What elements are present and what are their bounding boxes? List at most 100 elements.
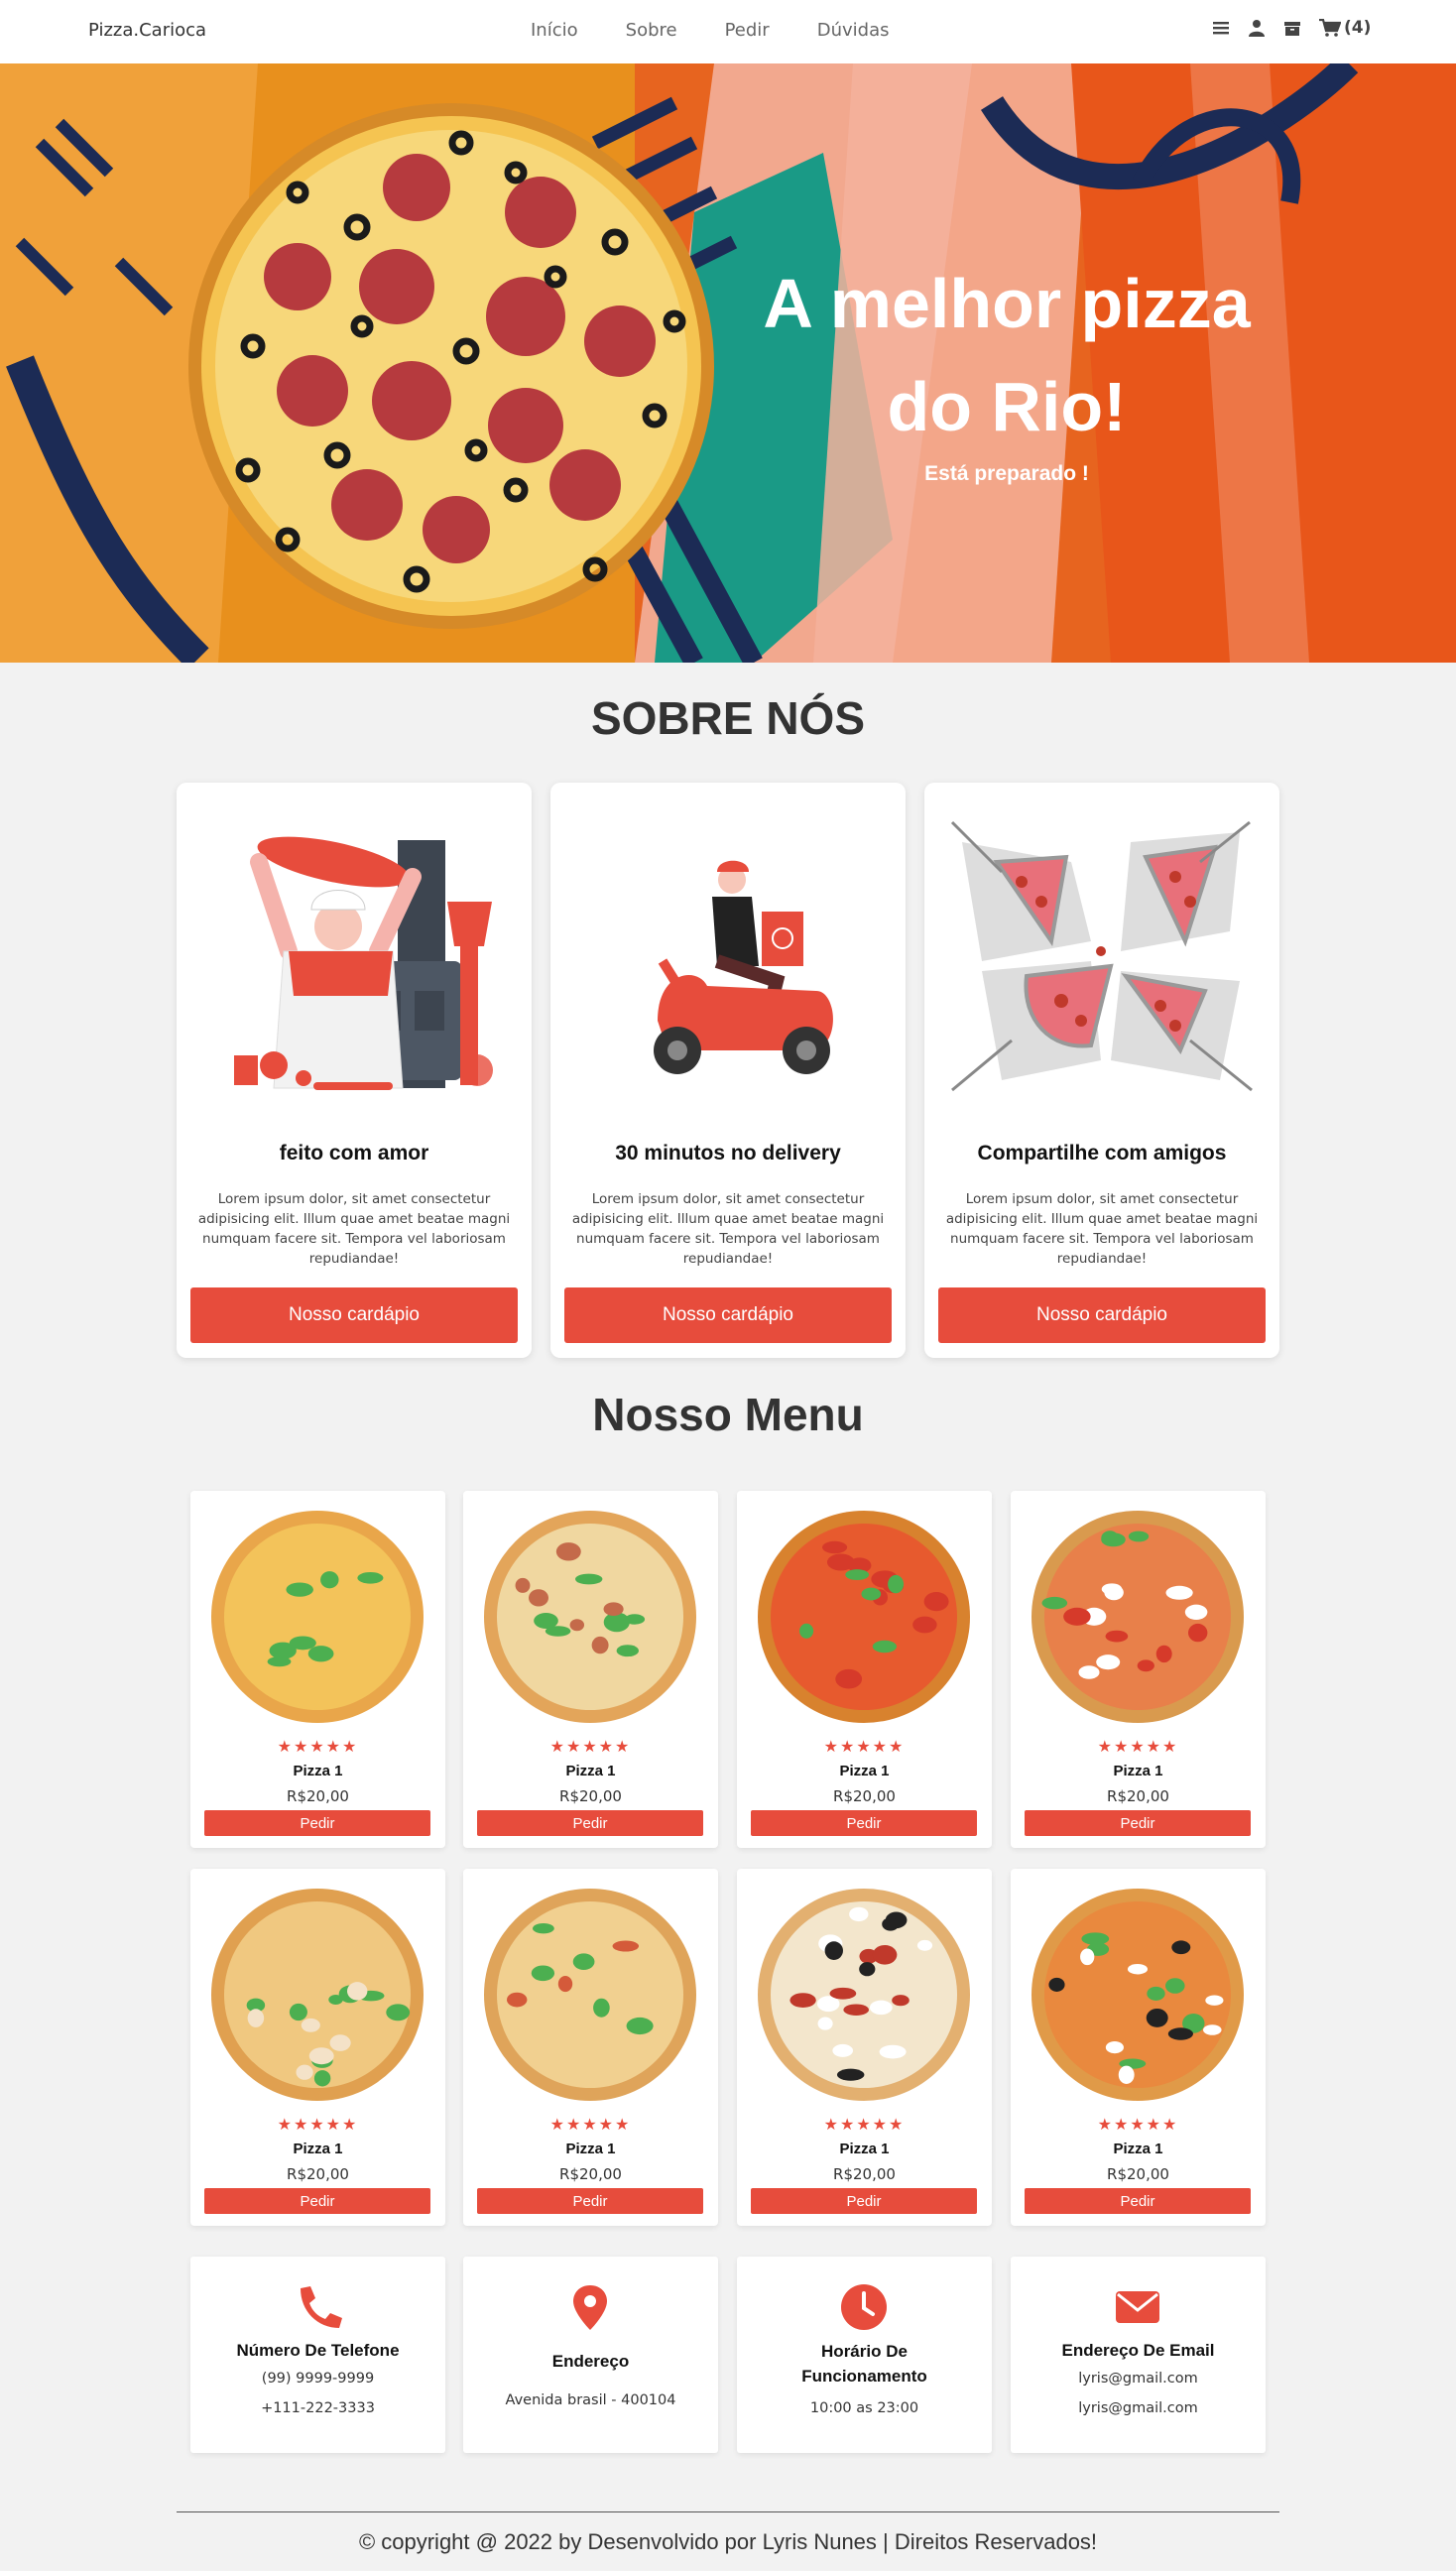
about-card: Compartilhe com amigos Lorem ipsum dolor… — [924, 783, 1279, 1358]
nav-link-sobre[interactable]: Sobre — [626, 20, 677, 41]
star-icon: ★ — [856, 2115, 873, 2134]
about-menu-button[interactable]: Nosso cardápio — [190, 1287, 518, 1343]
pizza-name: Pizza 1 — [839, 2141, 890, 2157]
contact-card-email: Endereço De Email lyris@gmail.com lyris@… — [1011, 2257, 1266, 2453]
star-icon: ★ — [1113, 2115, 1131, 2134]
order-button[interactable]: Pedir — [751, 2188, 977, 2214]
star-icon: ★ — [582, 2115, 599, 2134]
pizza-price: R$20,00 — [559, 1787, 622, 1805]
star-icon: ★ — [872, 1737, 890, 1756]
rating-stars: ★★★★★ — [737, 1737, 992, 1756]
about-card: 30 minutos no delivery Lorem ipsum dolor… — [550, 783, 906, 1358]
cart-icon — [1319, 19, 1341, 37]
star-icon: ★ — [598, 1737, 616, 1756]
star-icon: ★ — [325, 2115, 343, 2134]
pizza-image — [211, 1889, 424, 2101]
pizza-price: R$20,00 — [1107, 1787, 1169, 1805]
about-card-text: Lorem ipsum dolor, sit amet consectetur … — [197, 1191, 511, 1267]
order-button[interactable]: Pedir — [204, 1810, 430, 1836]
about-card-text: Lorem ipsum dolor, sit amet consectetur … — [945, 1191, 1259, 1267]
order-button[interactable]: Pedir — [477, 1810, 703, 1836]
chef-illustration — [234, 836, 493, 1090]
star-icon: ★ — [309, 1737, 326, 1756]
menu-item-card: ★★★★★ Pizza 1 R$20,00 Pedir — [190, 1491, 445, 1848]
pizza-name: Pizza 1 — [565, 2141, 616, 2157]
star-icon: ★ — [615, 1737, 632, 1756]
star-icon: ★ — [293, 1737, 310, 1756]
star-icon: ★ — [823, 1737, 840, 1756]
about-card-text: Lorem ipsum dolor, sit amet consectetur … — [571, 1191, 885, 1267]
pizza-price: R$20,00 — [287, 1787, 349, 1805]
nav-link-duvidas[interactable]: Dúvidas — [817, 20, 890, 41]
menu-item-card: ★★★★★ Pizza 1 R$20,00 Pedir — [1011, 1869, 1266, 2226]
pizza-image — [1031, 1511, 1244, 1723]
hero-subtitle: Está preparado ! — [924, 462, 1089, 485]
pizza-image — [1031, 1889, 1244, 2101]
contact-line: (99) 9999-9999 — [261, 2371, 375, 2387]
rating-stars: ★★★★★ — [1011, 1737, 1266, 1756]
contact-title: Endereço De Email — [1061, 2341, 1215, 2360]
contact-title-line1: Horário De — [821, 2342, 908, 2361]
rating-stars: ★★★★★ — [463, 2115, 718, 2134]
contact-line: lyris@gmail.com — [1078, 2400, 1198, 2416]
menu-item-card: ★★★★★ Pizza 1 R$20,00 Pedir — [737, 1869, 992, 2226]
box-icon[interactable] — [1283, 19, 1301, 37]
pizza-name: Pizza 1 — [1113, 1763, 1163, 1779]
about-menu-button[interactable]: Nosso cardápio — [564, 1287, 892, 1343]
rating-stars: ★★★★★ — [737, 2115, 992, 2134]
star-icon: ★ — [565, 1737, 583, 1756]
star-icon: ★ — [1113, 1737, 1131, 1756]
contact-card-hours: Horário De Funcionamento 10:00 as 23:00 — [737, 2257, 992, 2453]
star-icon: ★ — [549, 2115, 566, 2134]
order-button[interactable]: Pedir — [1025, 2188, 1251, 2214]
star-icon: ★ — [615, 2115, 632, 2134]
contact-title: Número De Telefone — [236, 2341, 400, 2360]
pizza-image — [484, 1889, 696, 2101]
about-menu-button[interactable]: Nosso cardápio — [938, 1287, 1266, 1343]
pizza-name: Pizza 1 — [839, 1763, 890, 1779]
star-icon: ★ — [565, 2115, 583, 2134]
order-button[interactable]: Pedir — [477, 2188, 703, 2214]
star-icon: ★ — [549, 1737, 566, 1756]
location-icon — [573, 2285, 607, 2330]
sharing-pizza-illustration — [950, 820, 1253, 1092]
cart-button[interactable]: (4) — [1319, 18, 1371, 38]
hero-title: A melhor pizza do Rio! — [699, 252, 1314, 458]
menu-item-card: ★★★★★ Pizza 1 R$20,00 Pedir — [1011, 1491, 1266, 1848]
hero-banner: A melhor pizza do Rio! Está preparado ! — [0, 63, 1456, 663]
contact-line: lyris@gmail.com — [1078, 2371, 1198, 2387]
nav-link-pedir[interactable]: Pedir — [725, 20, 770, 41]
order-button[interactable]: Pedir — [1025, 1810, 1251, 1836]
clock-icon — [841, 2284, 887, 2330]
user-icon[interactable] — [1248, 19, 1266, 37]
delivery-scooter-illustration — [654, 860, 833, 1074]
star-icon: ★ — [872, 2115, 890, 2134]
star-icon: ★ — [309, 2115, 326, 2134]
about-card-title: Compartilhe com amigos — [977, 1142, 1227, 1164]
menu-item-card: ★★★★★ Pizza 1 R$20,00 Pedir — [190, 1869, 445, 2226]
contact-title: Horário De Funcionamento — [737, 2339, 992, 2388]
brand-logo[interactable]: Pizza.Carioca — [88, 20, 206, 41]
pizza-name: Pizza 1 — [1113, 2141, 1163, 2157]
star-icon: ★ — [1162, 1737, 1179, 1756]
order-button[interactable]: Pedir — [204, 2188, 430, 2214]
star-icon: ★ — [1146, 1737, 1163, 1756]
contact-line: 10:00 as 23:00 — [809, 2400, 919, 2416]
star-icon: ★ — [1146, 2115, 1163, 2134]
order-button[interactable]: Pedir — [751, 1810, 977, 1836]
pizza-price: R$20,00 — [833, 1787, 896, 1805]
pizza-name: Pizza 1 — [293, 2141, 343, 2157]
about-card-title: feito com amor — [279, 1142, 429, 1164]
contact-title-line2: Funcionamento — [801, 2367, 927, 2386]
star-icon: ★ — [277, 1737, 294, 1756]
star-icon: ★ — [839, 2115, 857, 2134]
nav-icons: (4) — [1212, 18, 1371, 38]
star-icon: ★ — [342, 1737, 359, 1756]
cart-count: (4) — [1344, 18, 1372, 38]
star-icon: ★ — [889, 1737, 906, 1756]
star-icon: ★ — [325, 1737, 343, 1756]
menu-icon[interactable] — [1212, 19, 1230, 37]
pizza-price: R$20,00 — [559, 2165, 622, 2183]
pizza-price: R$20,00 — [287, 2165, 349, 2183]
nav-link-inicio[interactable]: Início — [531, 20, 578, 41]
